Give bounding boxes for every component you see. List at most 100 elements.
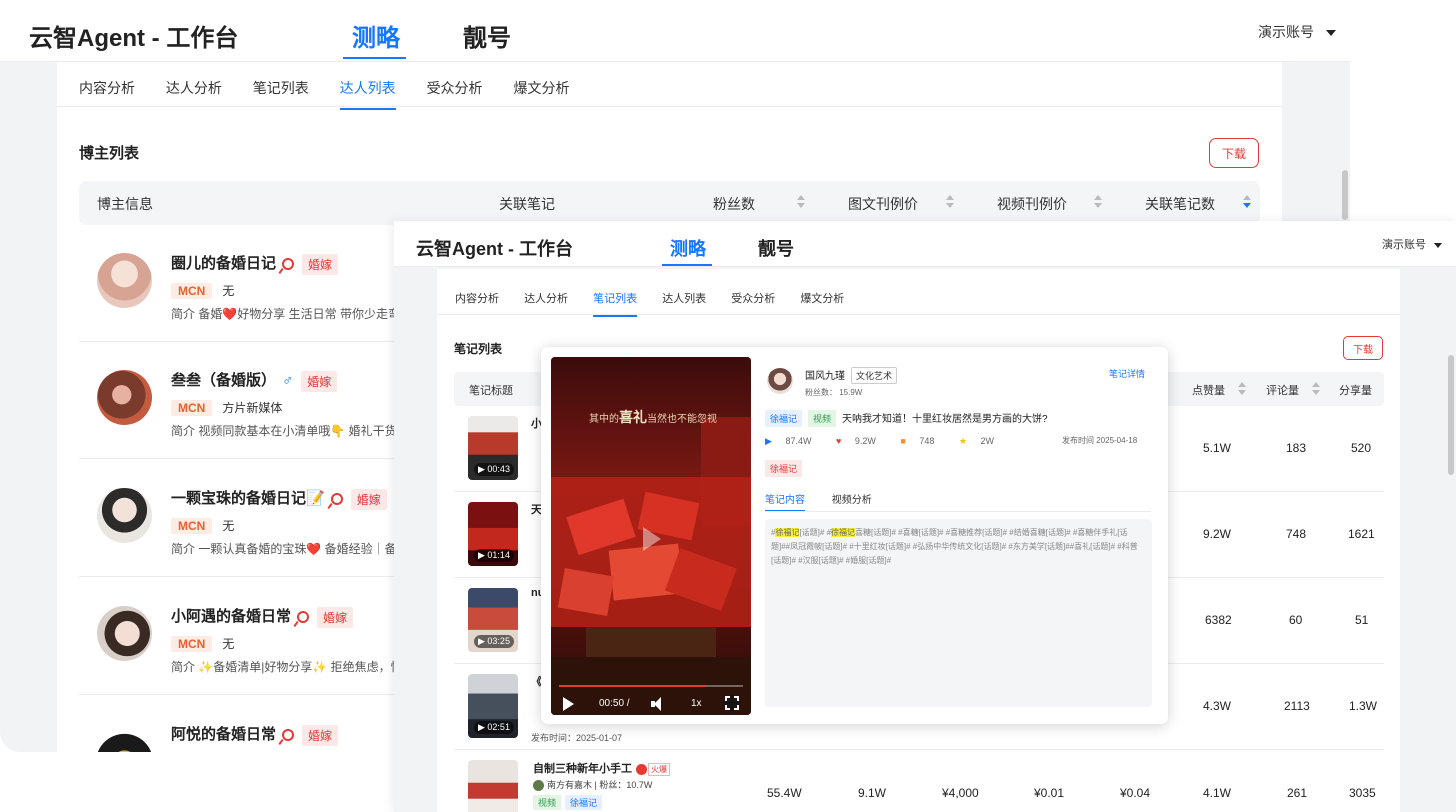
volume-icon[interactable] — [651, 697, 665, 711]
sort-icon[interactable] — [1312, 382, 1320, 396]
note-thumbnail[interactable] — [468, 760, 518, 812]
avatar[interactable] — [767, 368, 793, 394]
note-author[interactable]: 南方有嘉木 | 粉丝：10.7W — [533, 778, 652, 792]
note-title[interactable]: 自制三种新年小手工 火爆 — [533, 760, 670, 776]
sort-icon[interactable] — [1238, 382, 1246, 396]
note-thumbnail[interactable]: ▶ 00:43 — [468, 416, 518, 480]
note-thumbnail[interactable]: ▶ 01:14 — [468, 502, 518, 566]
tab-video-analysis[interactable]: 视频分析 — [832, 491, 872, 512]
blogger-name[interactable]: 叁叁（备婚版） ♂ 婚嫁 — [171, 369, 338, 392]
video-player[interactable]: 其中的喜礼当然也不能忽视 00:50 / 1x — [551, 357, 751, 715]
likes-value: 9.2W — [1203, 527, 1232, 541]
table-row[interactable]: 自制三种新年小手工 火爆 南方有嘉木 | 粉丝：10.7W 视频 徐福记 55.4W… — [454, 750, 1384, 812]
cpm-value: ¥0.01 — [1034, 786, 1065, 800]
author-name-row: 国风九瑾 文化艺术 — [805, 367, 898, 384]
tab-lianghao[interactable]: 靓号 — [463, 18, 511, 53]
blogger-name-text: 一颗宝珠的备婚日记📝 — [171, 490, 325, 507]
play-icon[interactable] — [563, 697, 574, 711]
note-title-text: 自制三种新年小手工 — [533, 763, 632, 775]
author-name[interactable]: 国风九瑾 — [805, 371, 845, 382]
table-row[interactable]: 阿悦的备婚日常 婚嫁 — [79, 696, 399, 752]
sort-desc-icon[interactable] — [1243, 195, 1251, 209]
tab-lianghao[interactable]: 靓号 — [758, 235, 794, 261]
comments-value: 261 — [1287, 786, 1308, 800]
video-controls: 00:50 / 1x — [551, 693, 751, 715]
note-thumbnail[interactable]: ▶ 02:51 — [468, 674, 518, 738]
note-detail-link[interactable]: 笔记详情 — [1109, 367, 1145, 380]
blogger-name[interactable]: 圈儿的备婚日记 婚嫁 — [171, 252, 339, 275]
note-detail-popup: 其中的喜礼当然也不能忽视 00:50 / 1x 国风九瑾 文化艺术 粉丝数： 15… — [541, 347, 1168, 724]
tab-note-content[interactable]: 笔记内容 — [765, 491, 805, 512]
blogger-intro: 简介 备婚❤️好物分享 生活日常 带你少走弯路 — [171, 307, 399, 321]
download-button[interactable]: 下载 — [1343, 336, 1383, 360]
subtab-viral-analysis[interactable]: 爆文分析 — [800, 290, 844, 317]
mcn-value: 无 — [222, 284, 235, 298]
caption-part: 当然也不能忽视 — [647, 414, 717, 425]
mcn-badge: MCN — [171, 283, 213, 299]
avatar — [97, 370, 152, 425]
col-comments[interactable]: 评论量 — [1266, 382, 1299, 398]
account-dropdown[interactable]: 演示账号 — [1382, 236, 1442, 252]
col-likes[interactable]: 点赞量 — [1192, 382, 1225, 398]
col-related-note-count[interactable]: 关联笔记数 — [1145, 194, 1215, 214]
account-dropdown[interactable]: 演示账号 — [1258, 22, 1336, 42]
female-icon — [297, 611, 310, 624]
table-header: 博主信息 关联笔记 粉丝数 图文刊例价 视频刊例价 关联笔记数 — [79, 181, 1260, 225]
active-tab-indicator — [343, 57, 406, 59]
table-row[interactable]: 圈儿的备婚日记 婚嫁 MCN 无 简介 备婚❤️好物分享 生活日常 带你少走弯路 — [79, 225, 399, 342]
progress-bar[interactable] — [559, 685, 743, 687]
play-icon[interactable] — [643, 527, 661, 551]
subtab-note-list[interactable]: 笔记列表 — [593, 290, 638, 317]
subtab-kol-analysis[interactable]: 达人分析 — [524, 290, 568, 317]
scrollbar[interactable] — [1342, 170, 1348, 220]
blogger-name-text: 叁叁（备婚版） — [171, 372, 277, 389]
cpe-value: ¥0.04 — [1120, 786, 1151, 800]
progress-fill — [559, 685, 707, 687]
table-row[interactable]: 叁叁（备婚版） ♂ 婚嫁 MCN 方片新媒体 简介 视频同款基本在小清单哦👇 婚礼干货… — [79, 342, 399, 459]
blogger-intro: 简介 视频同款基本在小清单哦👇 婚礼干货 | 好 — [171, 424, 399, 438]
star-icon: ★ — [958, 436, 967, 446]
col-image-price[interactable]: 图文刊例价 — [848, 194, 918, 214]
sort-icon[interactable] — [1094, 195, 1102, 209]
note-thumbnail[interactable]: ▶ 03:25 — [468, 588, 518, 652]
top-bar: 云智Agent - 工作台 测略 靓号 演示账号 — [394, 221, 1456, 267]
blogger-name[interactable]: 一颗宝珠的备婚日记📝 婚嫁 — [171, 487, 387, 510]
comments-value: 2113 — [1284, 699, 1310, 713]
playback-speed[interactable]: 1x — [691, 698, 702, 709]
author-name: 南方有嘉木 — [547, 780, 593, 790]
fullscreen-icon[interactable] — [724, 695, 740, 711]
brand-tag-red: 徐福记 — [765, 460, 803, 477]
col-shares[interactable]: 分享量 — [1339, 382, 1372, 398]
comments-value: 60 — [1289, 613, 1303, 627]
sort-icon[interactable] — [946, 195, 954, 209]
comments-stat: ■ 748 — [900, 436, 945, 446]
col-fans[interactable]: 粉丝数 — [713, 194, 755, 214]
blogger-name[interactable]: 小阿遇的备婚日常 婚嫁 — [171, 605, 354, 628]
subtab-content-analysis[interactable]: 内容分析 — [455, 290, 499, 317]
publish-time: 发布时间：2025-01-07 — [531, 733, 623, 743]
blogger-name-text: 小阿遇的备婚日常 — [171, 608, 292, 625]
video-time: 00:50 / — [599, 698, 630, 709]
note-title-row: 徐福记 视频 天呐我才知道！十里红妆居然是男方画的大饼? — [765, 410, 1048, 427]
sort-icon[interactable] — [797, 195, 805, 209]
col-video-price[interactable]: 视频刊例价 — [997, 194, 1067, 214]
blogger-name[interactable]: 阿悦的备婚日常 婚嫁 — [171, 723, 339, 746]
table-row[interactable]: 小阿遇的备婚日常 婚嫁 MCN 无 简介 ✨备婚清单|好物分享✨ 拒绝焦虑，快乐 — [79, 578, 399, 695]
subtab-audience-analysis[interactable]: 受众分析 — [731, 290, 775, 317]
table-row[interactable]: 一颗宝珠的备婚日记📝 婚嫁 MCN 无 简介 一颗认真备婚的宝珠❤️ 备婚经验｜备婚 — [79, 460, 399, 577]
video-caption: 其中的喜礼当然也不能忽视 — [589, 407, 717, 427]
col-related-notes: 关联笔记 — [499, 196, 555, 212]
likes-stat: ♥ 9.2W — [836, 436, 887, 446]
tab-celue[interactable]: 测略 — [670, 235, 706, 261]
subtab-kol-list[interactable]: 达人列表 — [662, 290, 706, 317]
scrollbar[interactable] — [1448, 355, 1454, 475]
col-blogger-info: 博主信息 — [97, 196, 153, 212]
collects-value: 2W — [980, 436, 994, 446]
mcn-row: MCN 无 — [171, 635, 234, 652]
tab-celue[interactable]: 测略 — [352, 18, 400, 53]
comments-value: 748 — [919, 436, 935, 446]
avatar — [97, 724, 152, 752]
divider — [765, 511, 1151, 512]
download-button[interactable]: 下载 — [1209, 138, 1259, 168]
shares-value: 51 — [1355, 613, 1369, 627]
